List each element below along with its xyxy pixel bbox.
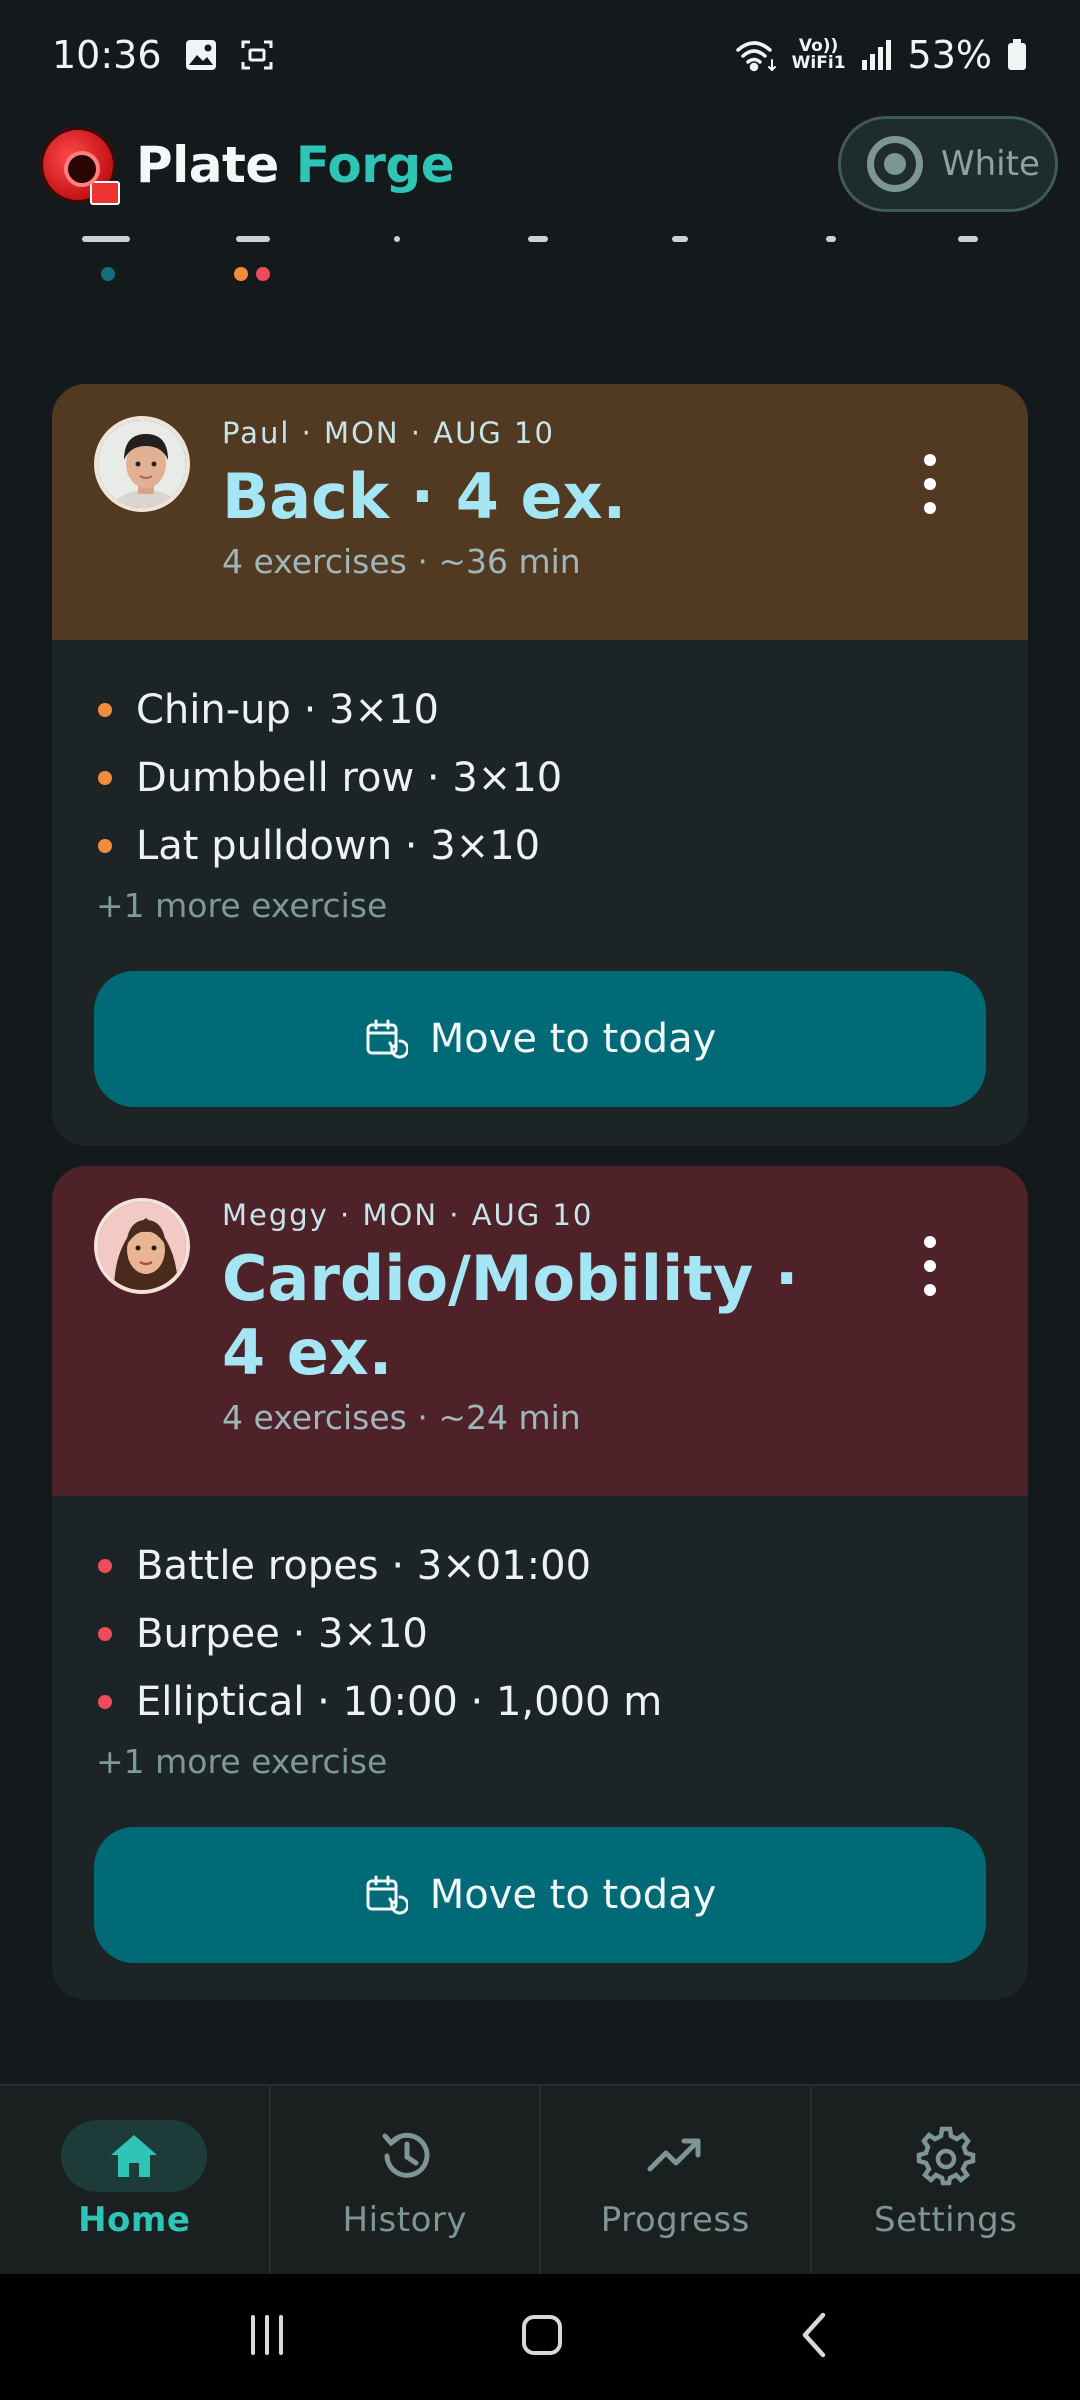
bullet-icon: [98, 771, 112, 785]
workout-card: Paul · MON · AUG 10 Back · 4 ex. 4 exerc…: [52, 384, 1028, 1146]
screen-capture-icon: [240, 38, 274, 72]
calendar-reschedule-icon: [366, 1875, 408, 1915]
battery-percent: 53%: [907, 33, 992, 77]
bullet-icon: [98, 1627, 112, 1641]
exercise-list: Battle ropes · 3×01:00 Burpee · 3×10 Ell…: [52, 1496, 1028, 1781]
more-exercises-text: +1 more exercise: [96, 886, 388, 925]
list-item: Burpee · 3×10: [94, 1600, 986, 1668]
card-subtitle: 4 exercises · ~24 min: [222, 1398, 581, 1437]
workout-dot: [101, 267, 115, 281]
nav-item-home[interactable]: Home: [0, 2086, 271, 2274]
avatar: [94, 416, 190, 512]
card-header[interactable]: Paul · MON · AUG 10 Back · 4 ex. 4 exerc…: [52, 384, 1028, 640]
avatar: [94, 1198, 190, 1294]
day-number-fragment: [958, 236, 978, 242]
gear-icon: [916, 2126, 975, 2186]
day-number-fragment: [82, 236, 130, 242]
bullet-icon: [98, 703, 112, 717]
nav-item-history[interactable]: History: [271, 2086, 541, 2274]
bottom-navigation: Home History Progress Settings: [0, 2084, 1080, 2274]
theme-ring-icon: [867, 136, 923, 192]
day-number-fragment: [826, 236, 836, 242]
theme-toggle-button[interactable]: White: [838, 116, 1058, 212]
workout-card: Meggy · MON · AUG 10 Cardio/Mobility · 4…: [52, 1166, 1028, 2000]
day-number-fragment: [394, 236, 400, 242]
day-number-fragment: [528, 236, 548, 242]
workout-dot: [256, 267, 270, 281]
list-item: Chin-up · 3×10: [94, 676, 986, 744]
move-to-today-button[interactable]: Move to today: [94, 971, 986, 1107]
week-strip[interactable]: [0, 222, 1080, 292]
card-meta: Meggy · MON · AUG 10: [222, 1198, 594, 1232]
more-options-icon[interactable]: [920, 454, 940, 514]
workout-dot: [234, 267, 248, 281]
battery-icon: [1006, 38, 1028, 72]
more-exercises-text: +1 more exercise: [96, 1742, 388, 1781]
card-header[interactable]: Meggy · MON · AUG 10 Cardio/Mobility · 4…: [52, 1166, 1028, 1496]
day-number-fragment: [672, 236, 688, 242]
signal-icon: [860, 38, 894, 72]
day-number-fragment: [236, 236, 270, 242]
list-item: Dumbbell row · 3×10: [94, 744, 986, 812]
recent-apps-icon[interactable]: [245, 2313, 289, 2361]
wifi-icon: [734, 38, 778, 72]
bullet-icon: [98, 1559, 112, 1573]
calendar-reschedule-icon: [366, 1019, 408, 1059]
exercise-list: Chin-up · 3×10 Dumbbell row · 3×10 Lat p…: [52, 640, 1028, 925]
volte-wifi-indicator: Vo)) WiFi1: [791, 36, 846, 73]
list-item: Battle ropes · 3×01:00: [94, 1532, 986, 1600]
bullet-icon: [98, 1695, 112, 1709]
more-options-icon[interactable]: [920, 1236, 940, 1296]
card-title: Cardio/Mobility · 4 ex.: [222, 1242, 799, 1389]
trending-up-icon: [647, 2138, 701, 2172]
nav-item-settings[interactable]: Settings: [812, 2086, 1080, 2274]
system-navigation-bar: [0, 2274, 1080, 2400]
app-bar: Plate Forge White: [0, 110, 1080, 220]
back-icon[interactable]: [795, 2311, 835, 2363]
move-to-today-button[interactable]: Move to today: [94, 1827, 986, 1963]
status-bar: 10:36 Vo)) WiFi1 53%: [0, 0, 1080, 110]
list-item: Lat pulldown · 3×10: [94, 812, 986, 880]
list-item: Elliptical · 10:00 · 1,000 m: [94, 1668, 986, 1736]
nav-item-progress[interactable]: Progress: [541, 2086, 812, 2274]
home-system-icon[interactable]: [518, 2311, 566, 2363]
theme-label: White: [941, 144, 1040, 184]
home-icon: [111, 2135, 158, 2177]
card-title: Back · 4 ex.: [222, 460, 627, 533]
app-title: Plate Forge: [136, 136, 455, 194]
gallery-icon: [184, 38, 218, 72]
card-subtitle: 4 exercises · ~36 min: [222, 542, 581, 581]
bullet-icon: [98, 839, 112, 853]
card-meta: Paul · MON · AUG 10: [222, 416, 555, 450]
clock: 10:36: [52, 33, 162, 77]
app-logo-icon: [40, 127, 120, 205]
history-icon: [382, 2132, 430, 2178]
